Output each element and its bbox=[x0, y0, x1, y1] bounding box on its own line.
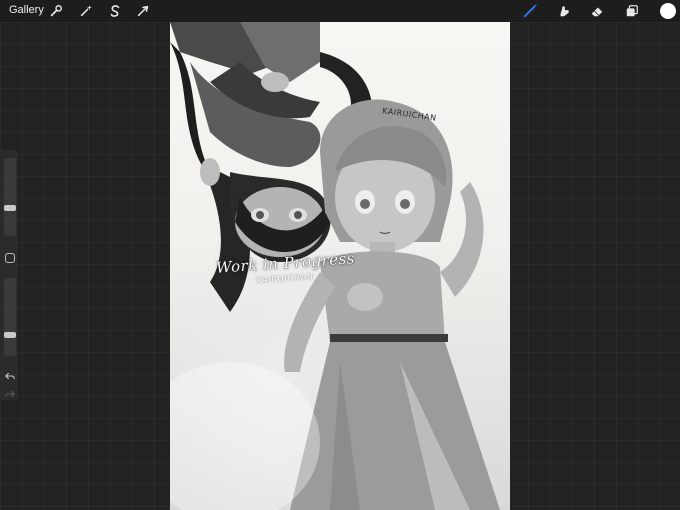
smudge-finger-icon[interactable] bbox=[555, 2, 573, 20]
redo-button[interactable] bbox=[4, 388, 16, 400]
arrow-cursor-icon[interactable] bbox=[134, 2, 152, 20]
drawing-canvas[interactable]: KAIRUICHAN Work in Progress KAIRUICHAN bbox=[170, 22, 510, 510]
undo-button[interactable] bbox=[4, 370, 16, 382]
opacity-slider[interactable] bbox=[4, 278, 16, 356]
modify-button[interactable] bbox=[5, 253, 15, 263]
selection-s-icon[interactable] bbox=[106, 2, 124, 20]
left-sidebar bbox=[1, 150, 18, 400]
brush-size-slider[interactable] bbox=[4, 158, 16, 236]
undo-arrow-icon bbox=[5, 372, 15, 380]
eraser-icon[interactable] bbox=[588, 2, 606, 20]
top-toolbar: Gallery bbox=[0, 0, 680, 22]
redo-arrow-icon bbox=[5, 390, 15, 398]
color-picker-swatch[interactable] bbox=[660, 3, 676, 19]
layers-icon[interactable] bbox=[623, 2, 641, 20]
brush-icon[interactable] bbox=[521, 2, 539, 20]
gallery-button[interactable]: Gallery bbox=[9, 4, 44, 16]
magic-wand-icon[interactable] bbox=[77, 2, 95, 20]
opacity-thumb[interactable] bbox=[4, 332, 16, 338]
brush-size-thumb[interactable] bbox=[4, 205, 16, 211]
wrench-icon[interactable] bbox=[47, 2, 65, 20]
